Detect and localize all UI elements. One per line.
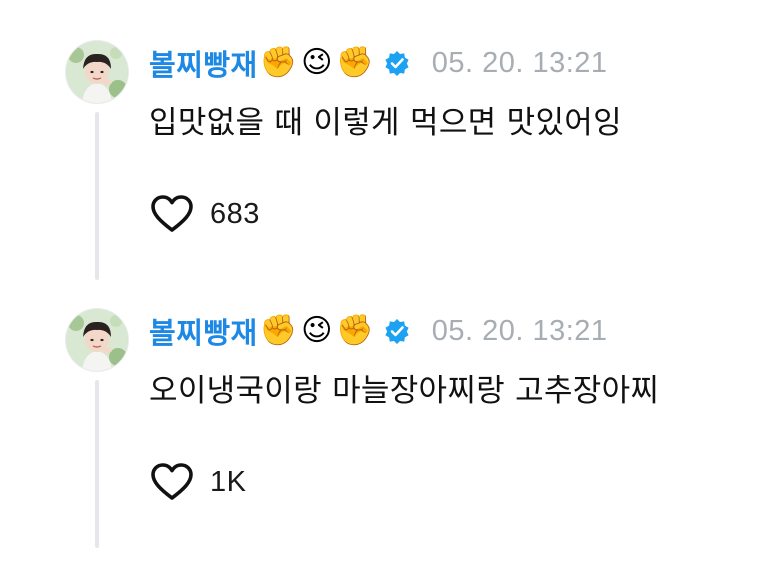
like-count: 1K [210, 465, 247, 498]
raised-fist-emoji-icon: ✊ [259, 313, 298, 348]
verified-badge-icon [384, 50, 410, 76]
avatar[interactable] [66, 41, 128, 103]
verified-badge-icon [384, 318, 410, 344]
winking-face-emoji-icon: 😉 [301, 313, 333, 348]
username[interactable]: 볼찌빵재 [149, 42, 258, 84]
like-row: 1K [150, 461, 246, 503]
raised-fist-emoji-icon: ✊ [336, 45, 374, 80]
comment-header: 볼찌빵재 ✊ 😉 ✊ 05. 20. 13:21 [149, 40, 608, 86]
heart-icon[interactable] [150, 194, 194, 234]
like-count: 683 [210, 197, 260, 230]
avatar[interactable] [66, 309, 128, 371]
comment-item: 볼찌빵재 ✊ 😉 ✊ 05. 20. 13:21 오이냉국이랑 마늘장아찌랑 고… [0, 268, 784, 548]
timestamp: 05. 20. 13:21 [431, 314, 608, 347]
raised-fist-emoji-icon: ✊ [336, 313, 374, 348]
comment-item: 볼찌빵재 ✊ 😉 ✊ 05. 20. 13:21 입맛없을 때 이렇게 먹으면 … [0, 0, 784, 280]
username[interactable]: 볼찌빵재 [149, 310, 258, 352]
thread-line [95, 380, 99, 548]
comment-header: 볼찌빵재 ✊ 😉 ✊ 05. 20. 13:21 [149, 308, 608, 354]
heart-icon[interactable] [150, 462, 194, 502]
comment-text: 입맛없을 때 이렇게 먹으면 맛있어잉 [149, 105, 622, 141]
raised-fist-emoji-icon: ✊ [259, 45, 298, 80]
thread-line [95, 112, 99, 280]
comment-text: 오이냉국이랑 마늘장아찌랑 고추장아찌 [149, 373, 660, 409]
like-row: 683 [150, 193, 260, 235]
winking-face-emoji-icon: 😉 [301, 45, 333, 80]
timestamp: 05. 20. 13:21 [431, 46, 608, 79]
